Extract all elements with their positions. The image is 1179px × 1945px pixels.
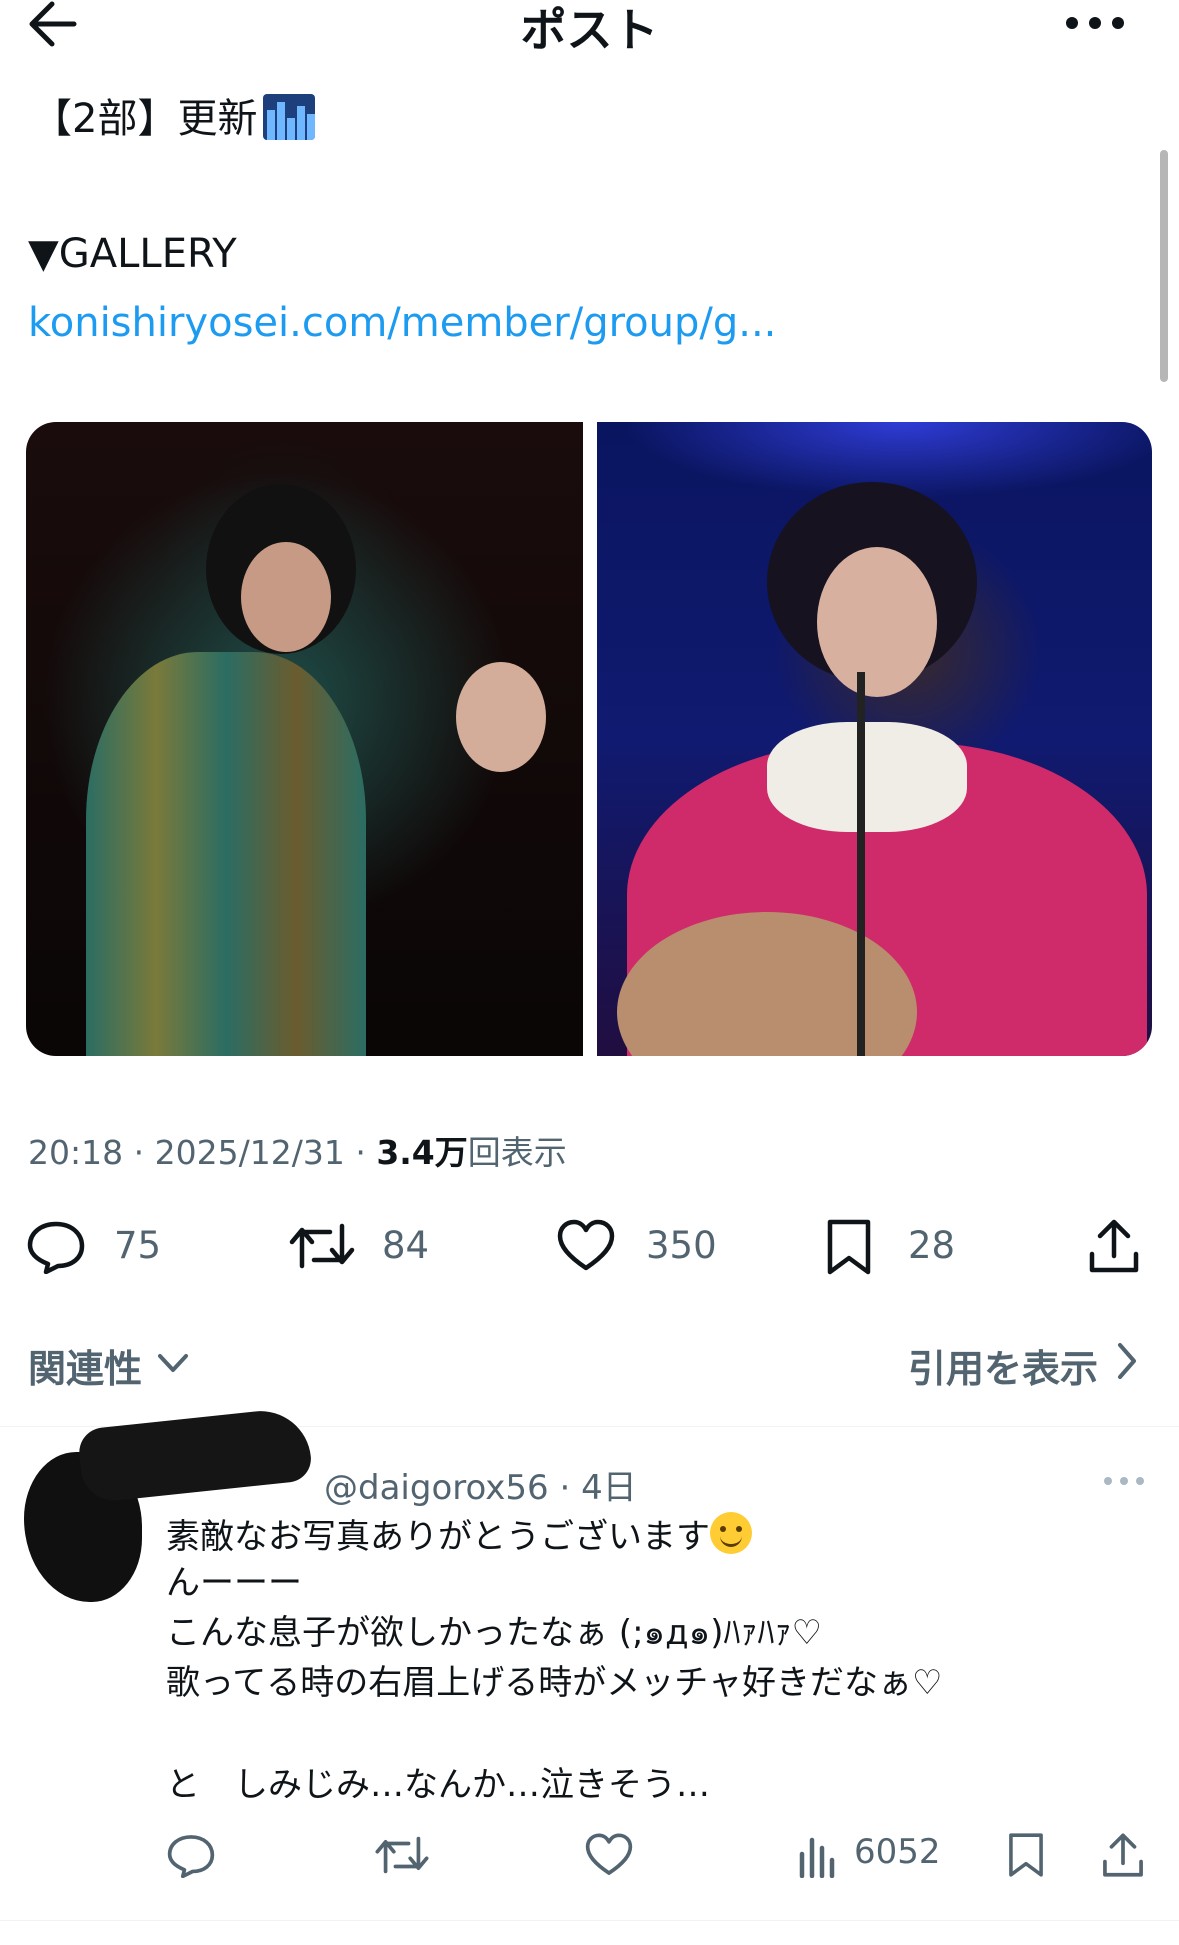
post-time: 20:18 bbox=[28, 1133, 124, 1172]
view-count-value: 3.4 bbox=[376, 1133, 435, 1172]
like-count: 350 bbox=[646, 1224, 717, 1267]
view-quotes-link[interactable]: 引用を表示 bbox=[908, 1338, 1098, 1393]
section-divider bbox=[0, 1920, 1179, 1921]
reply-action[interactable]: 75 bbox=[26, 1218, 206, 1274]
share-icon[interactable] bbox=[1100, 1832, 1146, 1878]
cityscape-emoji-icon bbox=[263, 94, 316, 140]
reply-text-line: こんな息子が欲しかったなぁ (;๑д๑)ﾊｧﾊｧ♡ bbox=[166, 1613, 822, 1653]
photo-grid[interactable] bbox=[26, 422, 1152, 1056]
reply-handle[interactable]: @daigorox56 · 4日 bbox=[324, 1460, 637, 1509]
meta-separator: · bbox=[355, 1133, 366, 1172]
like-action[interactable]: 350 bbox=[556, 1218, 756, 1274]
post-title-text: 【2部】更新 bbox=[32, 96, 258, 142]
chevron-right-icon[interactable] bbox=[1114, 1341, 1140, 1381]
view-count-suffix: 回表示 bbox=[467, 1133, 567, 1172]
reply-username: @daigorox56 bbox=[324, 1468, 549, 1508]
smiling-face-emoji-icon bbox=[710, 1512, 752, 1554]
repost-action[interactable]: 84 bbox=[288, 1218, 468, 1274]
heart-icon bbox=[556, 1218, 616, 1274]
ellipsis-icon[interactable] bbox=[1102, 1474, 1146, 1488]
reply-text-line: んーーー bbox=[166, 1563, 302, 1603]
gallery-link[interactable]: konishiryosei.com/member/group/g... bbox=[28, 299, 776, 347]
reply-text-line: と しみじみ…なんか…泣きそう… bbox=[166, 1765, 710, 1805]
chevron-down-icon[interactable] bbox=[156, 1346, 190, 1380]
bookmark-action[interactable]: 28 bbox=[824, 1218, 984, 1276]
share-icon[interactable] bbox=[1086, 1218, 1142, 1274]
relevance-sort-label[interactable]: 関連性 bbox=[28, 1338, 142, 1393]
post-meta: 20:18 · 2025/12/31 · 3.4万回表示 bbox=[28, 1126, 567, 1174]
meta-separator: · bbox=[133, 1133, 145, 1172]
bookmark-icon[interactable] bbox=[1006, 1832, 1046, 1878]
heart-icon[interactable] bbox=[584, 1832, 634, 1878]
reply-bubble-icon[interactable] bbox=[166, 1832, 216, 1878]
bookmark-icon bbox=[824, 1218, 874, 1276]
ellipsis-icon[interactable] bbox=[1062, 6, 1128, 36]
page-title: ポスト bbox=[520, 3, 659, 57]
gallery-label: ▼GALLERY bbox=[28, 231, 237, 277]
reply-view-count: 6052 bbox=[854, 1832, 941, 1872]
post-date: 2025/12/31 bbox=[154, 1133, 345, 1172]
post-text-line: 【2部】更新 bbox=[32, 94, 316, 143]
bookmark-count: 28 bbox=[908, 1224, 956, 1267]
meta-separator: · bbox=[559, 1468, 571, 1508]
reply-count: 75 bbox=[114, 1224, 162, 1267]
reply-age: 4日 bbox=[581, 1468, 637, 1508]
view-count-unit: 万 bbox=[434, 1133, 468, 1172]
scrollbar[interactable] bbox=[1160, 150, 1168, 382]
photo-singer-green-jacket[interactable] bbox=[26, 422, 583, 1056]
repost-icon[interactable] bbox=[374, 1832, 430, 1878]
reply-text: 素敵なお写真ありがとうございます bbox=[166, 1517, 710, 1557]
analytics-icon[interactable] bbox=[796, 1832, 840, 1878]
reply-text-line: 歌ってる時の右眉上げる時がメッチャ好きだなぁ♡ bbox=[166, 1663, 943, 1703]
photo-singer-guitar[interactable] bbox=[597, 422, 1152, 1056]
repost-icon bbox=[288, 1218, 356, 1274]
reply-text-line: 素敵なお写真ありがとうございます bbox=[166, 1512, 752, 1558]
repost-count: 84 bbox=[382, 1224, 430, 1267]
reply-bubble-icon bbox=[26, 1218, 86, 1274]
redacted-username bbox=[76, 1406, 314, 1504]
